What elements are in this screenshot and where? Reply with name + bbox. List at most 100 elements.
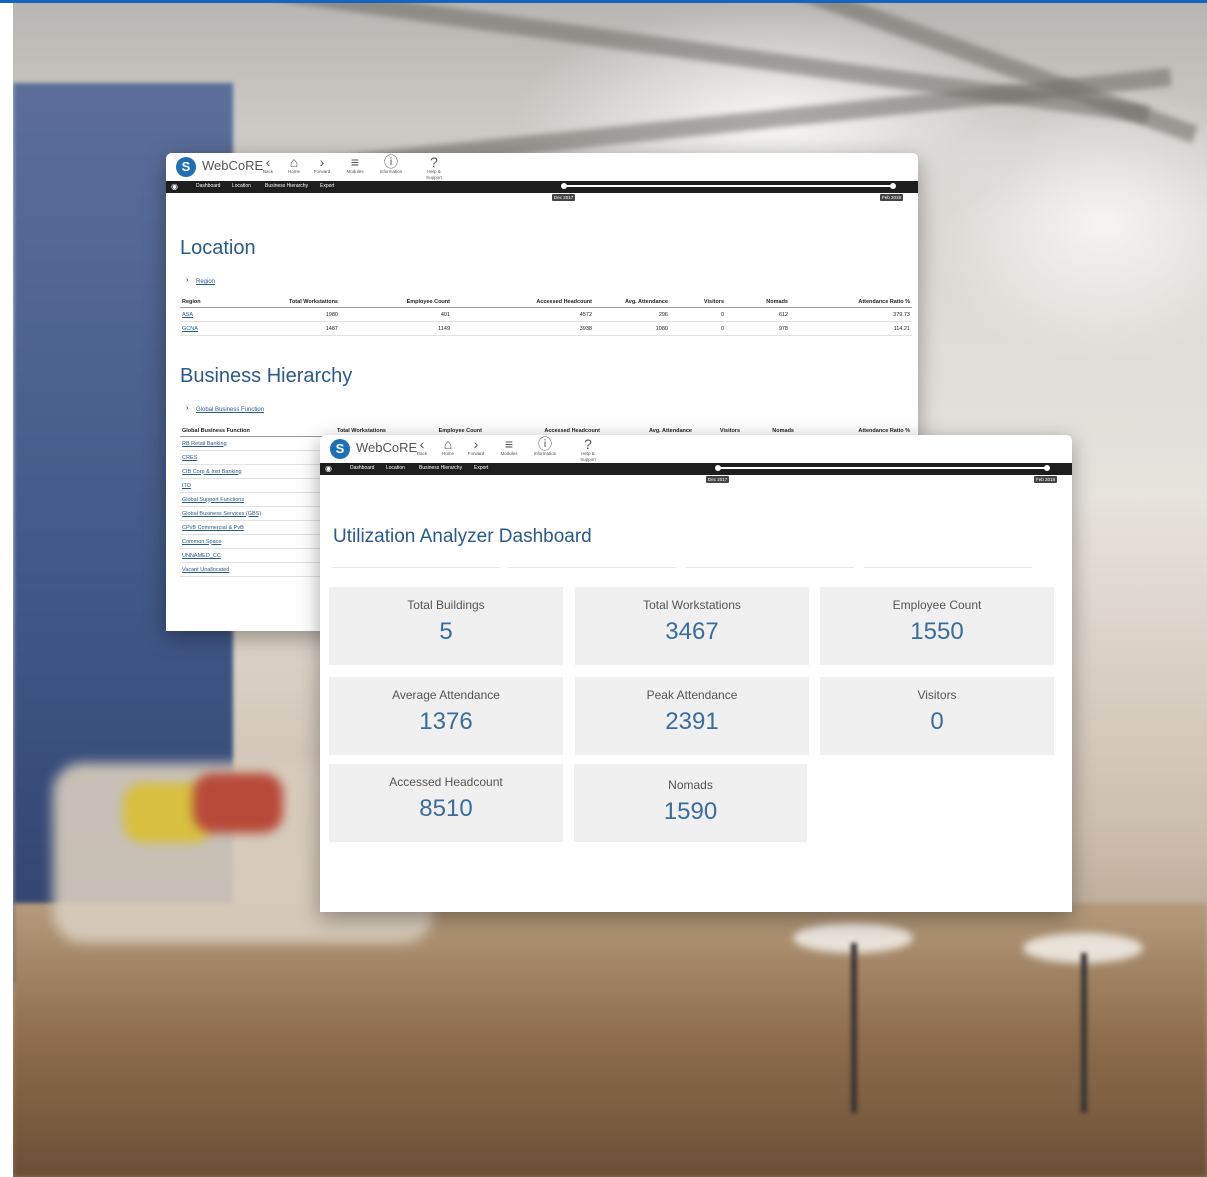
kpi-tile-total-buildings[interactable]: Total Buildings 5	[329, 587, 563, 665]
back-icon: ‹	[419, 436, 425, 452]
col-employee-count[interactable]: Employee Count	[340, 296, 452, 308]
kpi-tile-peak-attendance[interactable]: Peak Attendance 2391	[575, 677, 809, 755]
chevron-right-icon: ›	[186, 277, 189, 284]
function-link[interactable]: Global Support Functions	[180, 492, 330, 507]
back-icon: ‹	[265, 154, 271, 170]
kpi-tile-visitors[interactable]: Visitors 0	[820, 677, 1054, 755]
table-header-row: Region Total Workstations Employee Count…	[180, 296, 912, 308]
window-toolbar: S WebCoRE ‹ Back ⌂ Home › Forward ≡ Modules …	[320, 435, 1072, 463]
function-link[interactable]: RB Retail Banking	[180, 436, 330, 451]
modules-icon: ≡	[504, 436, 514, 452]
col-accessed-headcount[interactable]: Accessed Headcount	[452, 296, 594, 308]
nav-dashboard[interactable]: Dashboard	[196, 183, 220, 189]
nav-export[interactable]: Export	[474, 465, 488, 471]
kpi-label: Accessed Headcount	[389, 775, 503, 789]
help-button[interactable]: ? Help & Support	[420, 155, 448, 181]
globe-icon[interactable]: ◉	[325, 464, 332, 473]
home-button[interactable]: ⌂ Home	[434, 437, 462, 457]
dashboard-window: S WebCoRE ‹ Back ⌂ Home › Forward ≡ Modules …	[320, 435, 1072, 912]
kpi-tile-nomads[interactable]: Nomads 1590	[574, 764, 807, 842]
business-hierarchy-title: Business Hierarchy	[180, 365, 353, 387]
nav-business-hierarchy[interactable]: Business Hierarchy	[265, 183, 308, 189]
location-title: Location	[180, 237, 256, 259]
cell: 978	[726, 321, 790, 336]
region-breadcrumb[interactable]: Region	[196, 279, 215, 285]
home-icon: ⌂	[443, 436, 453, 452]
forward-icon: ›	[473, 436, 479, 452]
forward-icon: ›	[319, 154, 325, 170]
date-start-handle[interactable]	[715, 465, 721, 471]
date-range-track[interactable]	[564, 185, 894, 187]
function-link[interactable]: CIB Corp & Inst Banking	[180, 464, 330, 479]
kpi-tile-employee-count[interactable]: Employee Count 1550	[820, 587, 1054, 665]
divider	[508, 567, 676, 568]
information-icon: ⓘ	[384, 154, 398, 170]
date-end-label: Feb 2018	[880, 194, 904, 201]
kpi-tile-accessed-headcount[interactable]: Accessed Headcount 8510	[329, 764, 563, 842]
function-link[interactable]: Vacant Unallocated	[180, 562, 330, 577]
forward-label: Forward	[467, 451, 485, 456]
nav-location[interactable]: Location	[232, 183, 251, 189]
kpi-tile-average-attendance[interactable]: Average Attendance 1376	[329, 677, 563, 755]
information-label: Information	[379, 169, 403, 174]
modules-button[interactable]: ≡ Modules	[495, 437, 523, 457]
information-button[interactable]: ⓘ Information	[531, 437, 559, 457]
nav-business-hierarchy[interactable]: Business Hierarchy	[419, 465, 462, 471]
nav-location[interactable]: Location	[386, 465, 405, 471]
kpi-label: Total Workstations	[643, 598, 741, 612]
region-link[interactable]: GCNA	[180, 321, 240, 336]
back-label: Back	[416, 451, 427, 456]
date-end-handle[interactable]	[1044, 465, 1050, 471]
date-start-handle[interactable]	[561, 183, 567, 189]
col-nomads[interactable]: Nomads	[726, 296, 790, 308]
cell: 4572	[452, 307, 594, 322]
forward-button[interactable]: › Forward	[308, 155, 336, 175]
window-toolbar: S WebCoRE ‹ Back ⌂ Home › Forward ≡ Modules …	[166, 153, 918, 181]
nav-bar: ◉ Dashboard Location Business Hierarchy …	[320, 463, 1072, 475]
back-button[interactable]: ‹ Back	[408, 437, 436, 457]
modules-button[interactable]: ≡ Modules	[341, 155, 369, 175]
help-label: Help & Support	[426, 169, 442, 180]
modules-icon: ≡	[350, 154, 360, 170]
help-button[interactable]: ? Help & Support	[574, 437, 602, 463]
chevron-right-icon: ›	[186, 405, 189, 412]
kpi-tile-total-workstations[interactable]: Total Workstations 3467	[575, 587, 809, 665]
nav-export[interactable]: Export	[320, 183, 334, 189]
date-end-handle[interactable]	[890, 183, 896, 189]
kpi-label: Nomads	[668, 778, 713, 792]
modules-label: Modules	[346, 169, 364, 174]
divider	[864, 567, 1032, 568]
divider	[332, 567, 500, 568]
function-link[interactable]: CPvB Commercial & PvB	[180, 520, 330, 535]
cell: 0	[670, 307, 726, 322]
function-link[interactable]: CRES	[180, 450, 330, 465]
globe-icon[interactable]: ◉	[171, 182, 178, 191]
back-button[interactable]: ‹ Back	[254, 155, 282, 175]
function-link[interactable]: ITO	[180, 478, 330, 493]
home-button[interactable]: ⌂ Home	[280, 155, 308, 175]
col-global-business-function[interactable]: Global Business Function	[180, 425, 330, 437]
region-link[interactable]: ASA	[180, 307, 240, 322]
col-attendance-ratio[interactable]: Attendance Ratio %	[790, 296, 912, 308]
information-button[interactable]: ⓘ Information	[377, 155, 405, 175]
kpi-value: 1590	[663, 798, 718, 825]
kpi-value: 2391	[665, 708, 719, 735]
col-region[interactable]: Region	[180, 296, 240, 308]
function-link[interactable]: UNNAMED_CC	[180, 548, 330, 563]
dashboard-title: Utilization Analyzer Dashboard	[333, 526, 592, 547]
function-link[interactable]: Global Business Services (GBS)	[180, 506, 330, 521]
table-row: GCNA 1487 1149 3938 1080 0 978 114.21	[180, 321, 912, 336]
kpi-label: Peak Attendance	[646, 688, 738, 702]
cell: 379.73	[790, 307, 912, 322]
forward-button[interactable]: › Forward	[462, 437, 490, 457]
col-visitors[interactable]: Visitors	[670, 296, 726, 308]
business-function-breadcrumb[interactable]: Global Business Function	[196, 407, 264, 413]
date-range-track[interactable]	[718, 467, 1048, 469]
col-avg-attendance[interactable]: Avg. Attendance	[594, 296, 670, 308]
kpi-value: 0	[930, 708, 944, 735]
function-link[interactable]: Common Space	[180, 534, 330, 549]
kpi-label: Visitors	[917, 688, 957, 702]
col-total-workstations[interactable]: Total Workstations	[240, 296, 340, 308]
nav-dashboard[interactable]: Dashboard	[350, 465, 374, 471]
home-icon: ⌂	[289, 154, 299, 170]
